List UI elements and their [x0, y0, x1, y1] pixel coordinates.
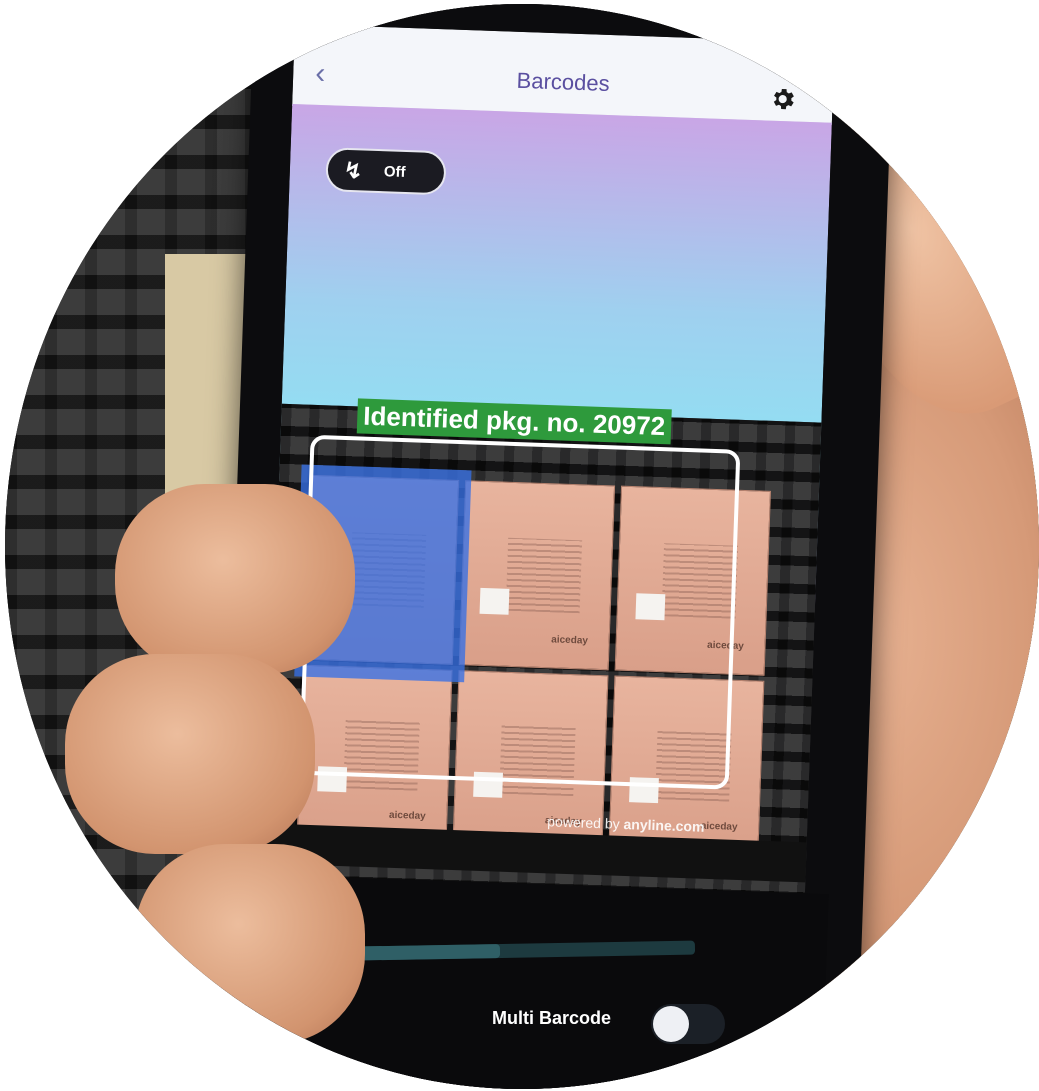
gear-icon[interactable] [768, 85, 797, 114]
multi-barcode-label: Multi Barcode [492, 1008, 612, 1028]
multi-barcode-toggle[interactable] [651, 1004, 725, 1044]
lightning-icon: ↯ [343, 157, 363, 184]
hand-finger [135, 844, 365, 1044]
powered-prefix: powered by [547, 813, 620, 832]
flash-toggle-button[interactable]: ↯ Off [325, 147, 447, 196]
phone-screen: ‹ Barcodes ↯ Off aiceday aiceday aiceday… [264, 24, 835, 903]
page-title: Barcodes [516, 67, 611, 97]
flash-state-label: Off [383, 163, 406, 181]
hand-finger [65, 654, 315, 854]
box-brand: aiceday [388, 810, 426, 823]
camera-viewfinder: ↯ Off aiceday aiceday aiceday aiceday ai… [264, 103, 832, 903]
toggle-knob [653, 1006, 689, 1042]
scan-area-frame [298, 434, 741, 790]
box-brand: aiceday [700, 820, 738, 834]
hand-finger [115, 484, 355, 674]
powered-brand: anyline.com [623, 815, 705, 835]
photo-frame: ‹ Barcodes ↯ Off aiceday aiceday aiceday… [5, 4, 1039, 1089]
